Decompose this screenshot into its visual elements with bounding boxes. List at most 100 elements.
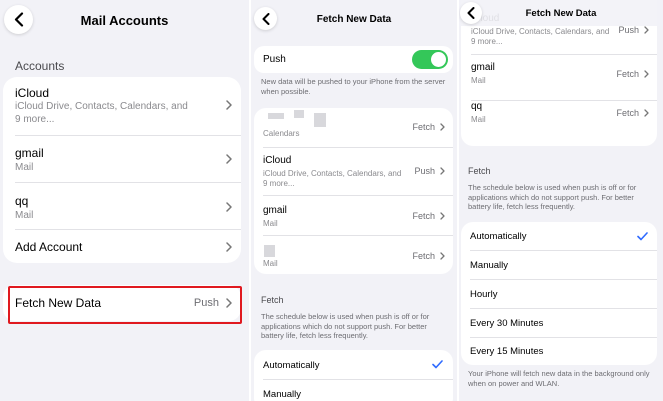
add-account-row[interactable]: Add Account [3, 230, 241, 263]
account-detail-more: 9 more... [15, 114, 55, 125]
fetch-new-data-screen-scrolled: iCloud iCloud Drive, Contacts, Calendars… [459, 0, 663, 401]
account-name: qq [471, 101, 483, 112]
schedule-option-label: Manually [470, 260, 509, 271]
account-name: iCloud [15, 86, 50, 100]
chevron-right-icon [440, 123, 445, 131]
push-note: New data will be pushed to your iPhone f… [261, 77, 445, 96]
fetch-note-line: applications which do not support push. … [468, 192, 634, 202]
account-fetch-card: Calendars Fetch iCloud iCloud Drive, Con… [254, 108, 453, 274]
schedule-option-automatically[interactable]: Automatically [254, 350, 453, 379]
account-name: iCloud [263, 155, 292, 166]
account-name: gmail [15, 146, 44, 160]
fetch-note: The schedule below is used when push is … [261, 312, 429, 341]
page-title: Fetch New Data [525, 8, 597, 19]
account-row-gmail[interactable]: gmail Mail Fetch [461, 55, 657, 100]
section-header-fetch: Fetch [468, 166, 491, 176]
schedule-option-manually[interactable]: Manually [254, 380, 453, 401]
fetch-note-line: battery life, fetch less frequently. [468, 202, 575, 212]
account-detail-more: 9 more... [471, 37, 503, 46]
push-note-line: New data will be pushed to your iPhone f… [261, 77, 446, 86]
accounts-card: iCloud iCloud Drive, Contacts, Calendars… [3, 77, 241, 263]
account-detail: Mail [15, 162, 34, 173]
account-detail: Mail [15, 210, 34, 221]
page-title: Mail Accounts [80, 13, 169, 28]
fetch-note-line: The schedule below is used when push is … [261, 312, 430, 321]
fetch-note-line: The schedule below is used when push is … [468, 183, 637, 192]
account-fetch-value: Push [414, 166, 435, 176]
account-row-icloud[interactable]: iCloud iCloud Drive, Contacts, Calendars… [254, 148, 453, 195]
schedule-option-label: Manually [263, 389, 302, 400]
account-row-icloud[interactable]: iCloud iCloud Drive, Contacts, Calendars… [3, 77, 241, 135]
fetch-note-line: applications which do not support push. … [261, 321, 427, 331]
chevron-right-icon [644, 109, 649, 117]
account-row-gmail[interactable]: gmail Mail Fetch [254, 196, 453, 235]
account-name: gmail [263, 205, 287, 216]
toggle-knob [431, 52, 446, 67]
account-name: qq [15, 194, 29, 208]
page-title: Fetch New Data [316, 14, 392, 25]
chevron-right-icon [226, 242, 232, 252]
account-detail: Mail [263, 259, 278, 268]
account-row-redacted[interactable]: Calendars Fetch [254, 108, 453, 147]
account-row-gmail[interactable]: gmail Mail [3, 136, 241, 182]
blurred-account-name [264, 245, 275, 257]
schedule-option-label: Hourly [470, 289, 498, 300]
account-detail: iCloud Drive, Contacts, Calendars, and [263, 169, 402, 178]
account-detail: Mail [471, 76, 486, 85]
chevron-right-icon [644, 70, 649, 78]
push-label: Push [263, 54, 286, 65]
account-detail: iCloud Drive, Contacts, Calendars, and [15, 101, 188, 112]
account-name: gmail [471, 62, 495, 73]
account-detail: Mail [471, 115, 486, 124]
schedule-option-every-30-minutes[interactable]: Every 30 Minutes [461, 309, 657, 337]
footer-note-line: Your iPhone will fetch new data in the b… [468, 369, 650, 378]
account-row-qq[interactable]: qq Mail Fetch [461, 101, 657, 146]
schedule-option-label: Every 30 Minutes [470, 318, 544, 329]
schedule-card: Automatically Manually [254, 350, 453, 401]
account-fetch-value: Fetch [616, 108, 639, 118]
account-fetch-value: Push [618, 25, 639, 35]
fetch-note: The schedule below is used when push is … [468, 183, 636, 212]
account-detail: Calendars [263, 129, 300, 138]
account-fetch-value: Fetch [412, 251, 435, 261]
account-fetch-value: Fetch [616, 69, 639, 79]
push-card: Push [254, 46, 453, 73]
chevron-right-icon [440, 252, 445, 260]
push-toggle[interactable] [412, 50, 448, 69]
chevron-right-icon [440, 167, 445, 175]
highlight-box [8, 286, 242, 324]
schedule-option-label: Every 15 Minutes [470, 346, 544, 357]
account-detail: Mail [263, 219, 278, 228]
section-header-fetch: Fetch [261, 295, 284, 305]
footer-note-line: when on power and WLAN. [468, 378, 560, 388]
chevron-right-icon [226, 100, 232, 110]
schedule-option-every-15-minutes[interactable]: Every 15 Minutes [461, 338, 657, 365]
add-account-label: Add Account [15, 240, 83, 254]
checkmark-icon [637, 232, 648, 241]
mail-accounts-screen: Mail Accounts Accounts iCloud iCloud Dri… [0, 0, 249, 401]
fetch-note-line: battery life, fetch less frequently. [261, 331, 368, 341]
chevron-right-icon [644, 26, 649, 34]
checkmark-icon [432, 360, 443, 369]
account-detail-more: 9 more... [263, 179, 295, 188]
schedule-option-automatically[interactable]: Automatically [461, 222, 657, 250]
account-row-redacted[interactable]: Mail Fetch [254, 236, 453, 274]
chevron-right-icon [226, 202, 232, 212]
fetch-new-data-screen: Fetch New Data Push New data will be pus… [251, 0, 457, 401]
schedule-option-label: Automatically [470, 231, 527, 242]
schedule-option-manually[interactable]: Manually [461, 251, 657, 279]
section-header-accounts: Accounts [15, 59, 65, 73]
schedule-option-label: Automatically [263, 360, 320, 371]
account-fetch-value: Fetch [412, 211, 435, 221]
schedule-option-hourly[interactable]: Hourly [461, 280, 657, 308]
schedule-card: Automatically Manually Hourly Every 30 M… [461, 222, 657, 365]
blurred-account-name [268, 113, 284, 119]
account-row-qq[interactable]: qq Mail [3, 183, 241, 229]
push-note-line: when possible. [261, 86, 311, 96]
account-detail: iCloud Drive, Contacts, Calendars, and [471, 27, 610, 36]
chevron-right-icon [226, 154, 232, 164]
blurred-account-name [294, 110, 304, 118]
account-fetch-value: Fetch [412, 122, 435, 132]
background-fetch-note: Your iPhone will fetch new data in the b… [468, 369, 650, 388]
chevron-right-icon [440, 212, 445, 220]
